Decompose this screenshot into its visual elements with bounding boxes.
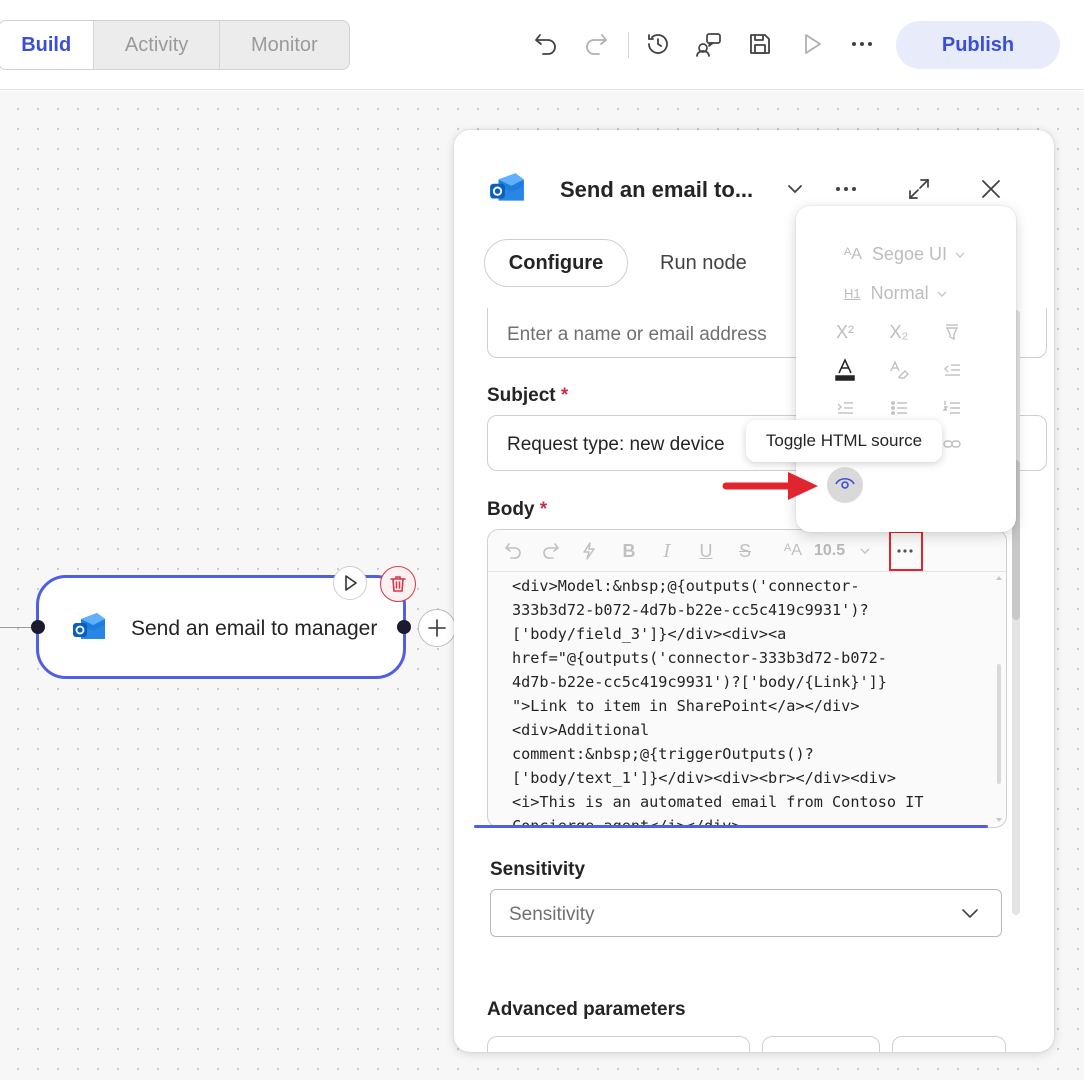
dynamic-content-icon[interactable] [578,540,600,562]
outlook-icon [71,611,107,648]
flow-checker-icon[interactable] [693,28,725,60]
add-step-button[interactable] [418,609,456,647]
test-icon[interactable] [796,28,828,60]
chevron-down-icon[interactable] [784,178,806,205]
code-line: <i>This is an automated email from Conto… [512,793,924,811]
red-arrow-annotation [722,472,818,500]
heading-select[interactable]: H1 Normal [796,283,1016,304]
subject-label: Subject * [487,385,569,406]
font-family-value: Segoe UI [871,244,947,264]
code-line: ['body/field_3']}</div><div><a [512,625,787,643]
undo-icon[interactable] [530,28,562,60]
font-size-value[interactable]: 10.5 [814,540,845,562]
bullet-list-icon[interactable] [885,394,913,422]
italic-icon[interactable]: I [656,540,678,562]
advanced-parameter-field[interactable] [762,1036,880,1052]
underline-icon[interactable]: U [695,540,717,562]
advanced-parameters-label: Advanced parameters [487,999,686,1020]
superscript-icon[interactable]: X² [831,318,859,346]
toggle-html-source-tooltip: Toggle HTML source [746,420,942,462]
tab-build[interactable]: Build [0,21,94,69]
mode-tabs: Build Activity Monitor [0,20,350,70]
heading-icon: H1 [844,286,861,301]
outlook-icon [488,171,526,210]
panel-more-icon[interactable] [834,177,858,206]
save-icon[interactable] [744,28,776,60]
more-icon[interactable] [846,28,878,60]
sensitivity-placeholder: Sensitivity [509,904,595,925]
code-scrollbar[interactable] [996,574,1002,824]
node-output-port[interactable] [397,620,411,634]
subscript-icon[interactable]: X₂ [885,318,913,346]
node-title: Send an email to manager [131,617,378,640]
code-line: ['body/text_1']}</div><div><br></div><di… [512,769,897,787]
chevron-down-icon [959,903,981,930]
top-toolbar: Build Activity Monitor Publish [0,0,1084,90]
clear-format-icon[interactable] [885,356,913,384]
font-color-icon[interactable] [831,356,859,384]
link-icon[interactable] [938,430,966,458]
body-toolbar: B I U S ᴬA 10.5 [488,530,1006,572]
code-line: ">Link to item in SharePoint</a></div> [512,697,860,715]
delete-node-button[interactable] [380,566,416,602]
to-field-placeholder: Enter a name or email address [507,324,767,345]
body-focus-underline [474,825,988,828]
panel-title: Send an email to... [560,177,754,202]
tab-run-node[interactable]: Run node [660,252,747,275]
subject-value: Request type: new device [507,434,725,455]
code-line: comment:&nbsp;@{triggerOutputs()? [512,745,814,763]
heading-value: Normal [870,283,929,303]
history-icon[interactable] [642,28,674,60]
run-node-button[interactable] [333,566,367,600]
sensitivity-dropdown[interactable]: Sensitivity [490,889,1002,937]
html-source-code[interactable]: <div>Model:&nbsp;@{outputs('connector- 33… [488,572,994,827]
redo-icon[interactable] [580,28,612,60]
eye-icon [834,472,856,499]
code-line: <div>Additional [512,721,650,739]
toolbar-separator [628,32,629,58]
font-size-icon[interactable]: ᴬA [782,540,804,562]
expand-icon[interactable] [907,177,931,206]
numbered-list-icon[interactable] [938,394,966,422]
node-input-port[interactable] [31,620,45,634]
code-line: <div>Model:&nbsp;@{outputs('connector- [512,577,860,595]
code-line: 4d7b-b22e-cc5c419c9931')?['body/{Link}']… [512,673,887,691]
tab-monitor[interactable]: Monitor [218,21,349,69]
body-editor[interactable]: B I U S ᴬA 10.5 <div>Model:&nbsp;@{outpu… [487,529,1007,828]
close-icon[interactable] [979,177,1003,206]
sensitivity-label: Sensitivity [490,859,586,880]
highlight-more-box [889,531,923,571]
increase-indent-icon[interactable] [831,394,859,422]
code-line: 333b3d72-b072-4d7b-b22e-cc5c419c9931')? [512,601,869,619]
editor-undo-icon[interactable] [502,540,524,562]
advanced-parameter-field[interactable] [892,1036,1006,1052]
required-mark: * [539,499,548,520]
tab-configure[interactable]: Configure [484,239,628,287]
font-family-icon: ᴬA [844,245,862,263]
advanced-parameter-field[interactable] [487,1036,750,1052]
body-label: Body * [487,499,548,520]
toggle-html-source-button[interactable] [827,467,863,503]
code-line: href="@{outputs('connector-333b3d72-b072… [512,649,887,667]
required-mark: * [560,385,569,406]
font-size-chevron-icon[interactable] [854,540,876,562]
publish-button[interactable]: Publish [896,21,1060,69]
decrease-indent-icon[interactable] [938,356,966,384]
font-family-select[interactable]: ᴬA Segoe UI [796,244,1016,265]
tab-activity[interactable]: Activity [93,21,218,69]
bold-icon[interactable]: B [618,540,640,562]
editor-redo-icon[interactable] [540,540,562,562]
strikethrough-icon[interactable]: S [734,540,756,562]
highlight-color-icon[interactable] [938,318,966,346]
